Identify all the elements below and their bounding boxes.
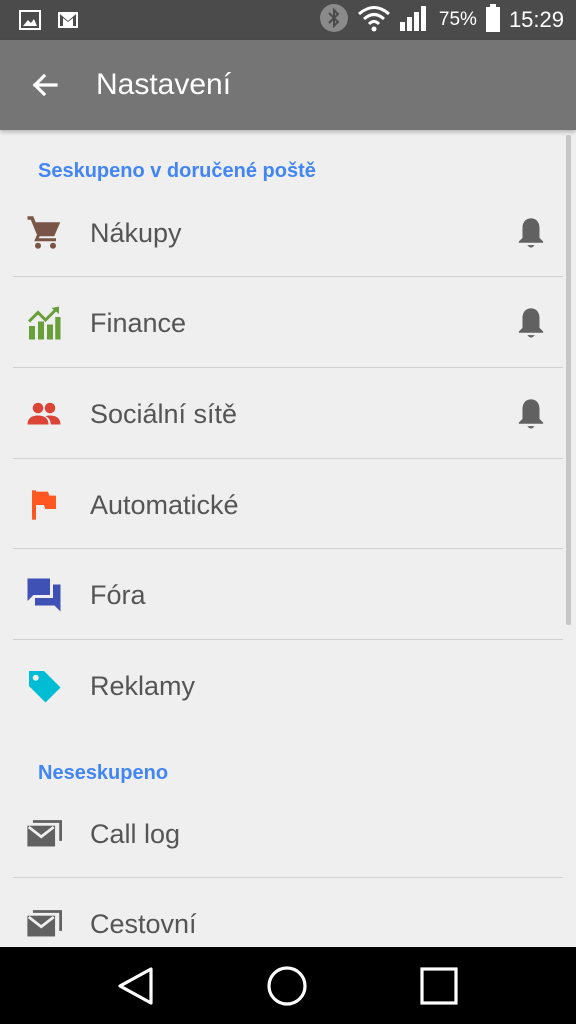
list-item-label: Sociální sítě (90, 399, 238, 429)
navigation-bar (0, 947, 576, 1024)
divider (13, 276, 563, 277)
back-triangle-icon (118, 967, 153, 1005)
scrollbar[interactable] (566, 135, 571, 625)
back-button[interactable] (22, 62, 68, 108)
list-item-label: Reklamy (90, 671, 196, 701)
list-item-automaticke[interactable]: Automatické (0, 460, 576, 550)
flag-icon (26, 487, 62, 523)
list-item-reklamy[interactable]: Reklamy (0, 641, 576, 731)
tag-icon (26, 668, 62, 704)
image-icon (18, 8, 42, 37)
notification-bell-icon[interactable] (515, 215, 547, 251)
nav-back-button[interactable] (110, 961, 160, 1011)
notification-bell-icon[interactable] (515, 305, 547, 341)
nav-recents-button[interactable] (414, 961, 464, 1011)
list-item-label: Automatické (90, 490, 239, 520)
section-header-ungrouped: Neseskupeno (38, 762, 169, 784)
bluetooth-icon (319, 3, 349, 38)
clock: 15:29 (508, 7, 564, 32)
list-item-call-log[interactable]: Call log (0, 789, 576, 879)
nav-home-button[interactable] (262, 961, 312, 1011)
wifi-icon (357, 4, 391, 37)
list-item-label: Call log (90, 819, 181, 849)
list-item-cestovni[interactable]: Cestovní (0, 879, 576, 947)
divider (13, 458, 563, 459)
battery-percent: 75% (438, 9, 477, 30)
page-title: Nastavení (96, 68, 232, 101)
divider (13, 639, 563, 640)
settings-list[interactable]: Seskupeno v doručené poště Nákupy Financ… (0, 130, 576, 947)
forum-icon (26, 577, 62, 613)
notification-bell-icon[interactable] (515, 396, 547, 432)
list-item-finance[interactable]: Finance (0, 278, 576, 368)
cart-icon (26, 215, 62, 251)
section-header-grouped: Seskupeno v doručené poště (38, 160, 316, 182)
mail-icon (26, 906, 62, 942)
signal-icon (399, 4, 431, 37)
people-icon (26, 396, 62, 432)
list-item-socialni-site[interactable]: Sociální sítě (0, 369, 576, 459)
list-item-label: Nákupy (90, 218, 182, 248)
mail-icon (26, 816, 62, 852)
list-item-label: Finance (90, 308, 187, 338)
recents-square-icon (420, 967, 458, 1005)
list-item-label: Cestovní (90, 909, 197, 939)
chart-icon (26, 305, 62, 341)
list-item-fora[interactable]: Fóra (0, 550, 576, 640)
app-bar: Nastavení (0, 40, 576, 130)
battery-icon (485, 3, 501, 37)
divider (13, 367, 563, 368)
arrow-back-icon (32, 73, 58, 97)
list-item-nakupy[interactable]: Nákupy (0, 188, 576, 278)
divider (13, 548, 563, 549)
home-circle-icon (267, 966, 307, 1006)
status-bar: 75% 15:29 (0, 0, 576, 40)
divider (13, 877, 563, 878)
gmail-icon (56, 8, 80, 37)
list-item-label: Fóra (90, 580, 146, 610)
